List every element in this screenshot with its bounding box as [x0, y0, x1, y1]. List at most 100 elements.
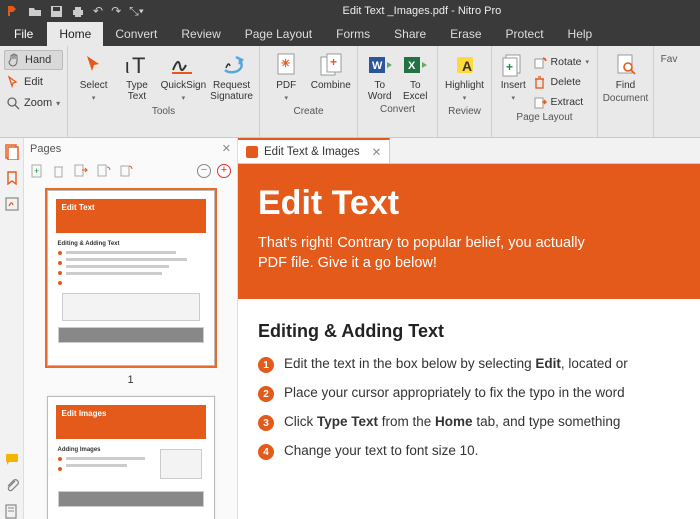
- close-tab-icon[interactable]: ✕: [372, 145, 382, 159]
- type-text-button[interactable]: ιT Type Text: [117, 52, 156, 102]
- chevron-down-icon: ▾: [182, 93, 186, 104]
- group-fav-label: Fav: [654, 52, 684, 69]
- extract-label: Extract: [551, 96, 584, 108]
- combine-icon: +: [318, 52, 344, 78]
- group-convert-label: Convert: [358, 102, 437, 119]
- select-button[interactable]: Select ▾: [74, 52, 113, 104]
- bookmarks-panel-icon[interactable]: [4, 170, 20, 186]
- find-label: Find: [616, 80, 635, 91]
- request-signature-button[interactable]: Request Signature: [210, 52, 253, 102]
- group-convert: W To Word X To Excel Convert: [358, 46, 438, 137]
- to-word-button[interactable]: W To Word: [364, 52, 396, 102]
- extract-icon: [533, 95, 547, 109]
- extract-button[interactable]: Extract: [531, 94, 591, 110]
- delete-page-icon[interactable]: [52, 163, 65, 178]
- window-title: Edit Text _Images.pdf - Nitro Pro: [144, 5, 700, 17]
- svg-text:✳: ✳: [281, 58, 290, 70]
- hand-tool[interactable]: Hand: [4, 50, 63, 70]
- to-excel-button[interactable]: X To Excel: [400, 52, 432, 102]
- document-view[interactable]: Edit Text That's right! Contrary to popu…: [238, 164, 700, 519]
- zoom-out-icon[interactable]: −: [197, 164, 211, 178]
- hero-title: Edit Text: [258, 184, 680, 223]
- tab-review[interactable]: Review: [169, 22, 232, 46]
- svg-text:A: A: [462, 58, 472, 74]
- quicksign-button[interactable]: QuickSign ▾: [161, 52, 207, 104]
- group-tools-label: Tools: [68, 104, 259, 121]
- rotate-button[interactable]: Rotate ▾: [531, 54, 591, 70]
- pages-panel-title: Pages: [30, 143, 61, 155]
- tab-file[interactable]: File: [0, 22, 47, 46]
- page-thumbnail-1[interactable]: Edit Text Editing & Adding Text: [47, 190, 215, 366]
- insert-button[interactable]: + Insert ▾: [498, 52, 529, 104]
- comments-panel-icon[interactable]: [4, 451, 20, 467]
- undo-icon[interactable]: ↶: [93, 4, 103, 18]
- step-number: 2: [258, 386, 274, 402]
- pdf-label: PDF: [276, 80, 296, 91]
- edit-tool[interactable]: Edit: [4, 73, 63, 91]
- signatures-panel-icon[interactable]: [4, 196, 20, 212]
- type-text-icon: ιT: [124, 52, 150, 78]
- pages-panel-toolbar: + − +: [24, 159, 237, 182]
- tab-convert[interactable]: Convert: [103, 22, 169, 46]
- delete-button[interactable]: Delete: [531, 74, 591, 90]
- select-label: Select: [80, 80, 108, 91]
- insert-page-icon[interactable]: +: [30, 163, 44, 178]
- chevron-down-icon: ▾: [284, 93, 288, 104]
- save-icon[interactable]: [50, 5, 63, 18]
- tab-forms[interactable]: Forms: [324, 22, 382, 46]
- pages-panel-icon[interactable]: [4, 144, 20, 160]
- ribbon: Hand Edit Zoom ▾ Select ▾ ιT Type Text: [0, 46, 700, 138]
- group-create-label: Create: [260, 104, 357, 121]
- tab-share[interactable]: Share: [382, 22, 438, 46]
- combine-button[interactable]: + Combine: [311, 52, 352, 91]
- document-tab[interactable]: Edit Text & Images ✕: [238, 138, 390, 163]
- delete-icon: [533, 75, 547, 89]
- extract-page-icon[interactable]: [73, 163, 88, 178]
- page-number-1: 1: [46, 370, 215, 392]
- pointer-dropdown-icon[interactable]: ⤡▾: [129, 4, 144, 19]
- page-thumbnails: Edit Text Editing & Adding Text 1 Edit I…: [24, 182, 237, 519]
- select-icon: [81, 52, 107, 78]
- attachments-panel-icon[interactable]: [4, 477, 20, 493]
- chevron-down-icon: ▾: [92, 93, 96, 104]
- group-tools: Select ▾ ιT Type Text QuickSign ▾ Reques…: [68, 46, 260, 137]
- tab-protect[interactable]: Protect: [494, 22, 556, 46]
- chevron-down-icon: ▾: [585, 58, 589, 66]
- document-hero: Edit Text That's right! Contrary to popu…: [238, 164, 700, 299]
- insert-page-icon: +: [500, 52, 526, 78]
- zoom-icon: [6, 96, 20, 110]
- group-document-label: Document: [598, 91, 653, 108]
- step-text: Place your cursor appropriately to fix t…: [284, 385, 625, 400]
- group-page-layout-label: Page Layout: [492, 110, 597, 127]
- page-thumbnail-2[interactable]: Edit Images Adding Images: [47, 396, 215, 519]
- type-text-label: Type Text: [126, 80, 148, 102]
- step-4: 4Change your text to font size 10.: [258, 443, 680, 460]
- tab-erase[interactable]: Erase: [438, 22, 493, 46]
- tab-help[interactable]: Help: [556, 22, 605, 46]
- hand-icon: [7, 53, 21, 67]
- zoom-in-icon[interactable]: +: [217, 164, 231, 178]
- zoom-tool[interactable]: Zoom ▾: [4, 94, 63, 112]
- print-icon[interactable]: [71, 5, 85, 18]
- group-review: A Highlight ▾ Review: [438, 46, 492, 137]
- zoom-label: Zoom: [24, 97, 52, 109]
- rotate-page-icon[interactable]: [119, 163, 133, 178]
- output-panel-icon[interactable]: [4, 503, 20, 519]
- find-button[interactable]: Find: [604, 52, 647, 91]
- word-icon: W: [367, 52, 393, 78]
- thumb2-title: Edit Images: [56, 405, 206, 418]
- highlight-label: Highlight: [445, 80, 484, 91]
- tab-home[interactable]: Home: [47, 22, 103, 46]
- pdf-button[interactable]: ✳ PDF ▾: [266, 52, 307, 104]
- group-review-label: Review: [438, 104, 491, 121]
- highlight-button[interactable]: A Highlight ▾: [444, 52, 485, 104]
- group-document: Find Document: [598, 46, 654, 137]
- tab-page-layout[interactable]: Page Layout: [233, 22, 324, 46]
- delete-label: Delete: [551, 76, 581, 88]
- replace-page-icon[interactable]: [96, 163, 111, 178]
- hand-label: Hand: [25, 54, 51, 66]
- document-area: Edit Text & Images ✕ Edit Text That's ri…: [238, 138, 700, 519]
- close-icon[interactable]: ✕: [222, 142, 231, 155]
- redo-icon[interactable]: ↷: [111, 4, 121, 18]
- open-icon[interactable]: [28, 5, 42, 17]
